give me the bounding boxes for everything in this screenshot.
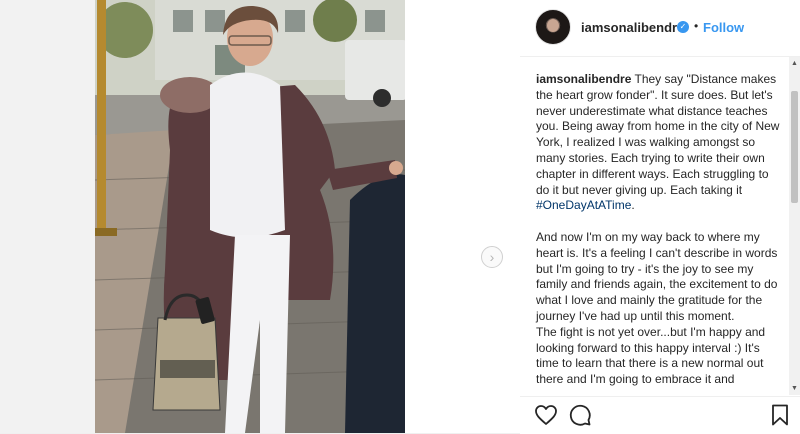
caption-scrollbar[interactable]: ▲ ▼: [789, 57, 800, 395]
caption-paragraph-2: And now I'm on my way back to where my h…: [536, 229, 778, 323]
caption-scroll-area[interactable]: iamsonalibendre They say "Distance makes…: [520, 57, 785, 395]
scroll-down-arrow-icon[interactable]: ▼: [791, 385, 798, 392]
caption-author-link[interactable]: iamsonalibendre: [536, 72, 631, 86]
heart-icon[interactable]: [534, 403, 558, 427]
separator-dot: •: [694, 19, 699, 33]
chevron-right-icon: ›: [489, 249, 495, 265]
bookmark-icon[interactable]: [768, 403, 792, 427]
avatar[interactable]: [535, 9, 571, 45]
photo-illustration: [95, 0, 405, 433]
caption-paragraph-3: The fight is not yet over...but I'm happ…: [536, 324, 766, 387]
scroll-up-arrow-icon[interactable]: ▲: [791, 60, 798, 67]
post-actions-bar: [520, 396, 800, 434]
post-details-panel: iamsonalibendre ✓ • Follow iamsonalibend…: [520, 0, 800, 434]
backdrop-left: [0, 0, 95, 433]
post-header: iamsonalibendre ✓ • Follow: [520, 0, 800, 57]
caption-text-end: .: [631, 198, 635, 213]
follow-button[interactable]: Follow: [703, 20, 744, 35]
scrollbar-thumb[interactable]: [791, 91, 798, 203]
post-modal: › iamsonalibendre ✓ • Follow iamsonalibe…: [95, 0, 800, 434]
verified-badge-icon: ✓: [677, 21, 689, 33]
post-photo[interactable]: [95, 0, 405, 433]
carousel-next-button[interactable]: ›: [481, 246, 503, 268]
caption: iamsonalibendre They say "Distance makes…: [536, 72, 784, 388]
username-link[interactable]: iamsonalibendre: [581, 20, 684, 35]
caption-paragraph: iamsonalibendre They say "Distance makes…: [536, 72, 784, 214]
hashtag-link[interactable]: #OneDayAtATime: [536, 198, 631, 212]
caption-text: They say "Distance makes the heart grow …: [536, 72, 780, 197]
comment-icon[interactable]: [568, 403, 592, 427]
